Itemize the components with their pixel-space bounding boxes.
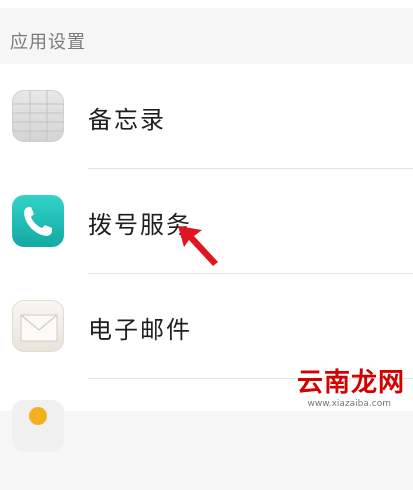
mail-icon	[12, 300, 64, 352]
list-item-label: 备忘录	[88, 106, 166, 134]
list-item-label: 电子邮件	[88, 316, 192, 344]
phone-icon	[12, 195, 64, 247]
list-item-memo[interactable]: 备忘录	[0, 64, 413, 168]
section-header-app-settings: 应用设置	[10, 32, 86, 53]
memo-icon	[12, 90, 64, 142]
watermark: 云南龙网	[296, 368, 405, 398]
contact-icon	[12, 400, 64, 452]
top-card	[0, 0, 413, 8]
red-arrow-icon	[178, 226, 218, 266]
watermark-url: www.xiazaiba.com	[307, 399, 391, 409]
